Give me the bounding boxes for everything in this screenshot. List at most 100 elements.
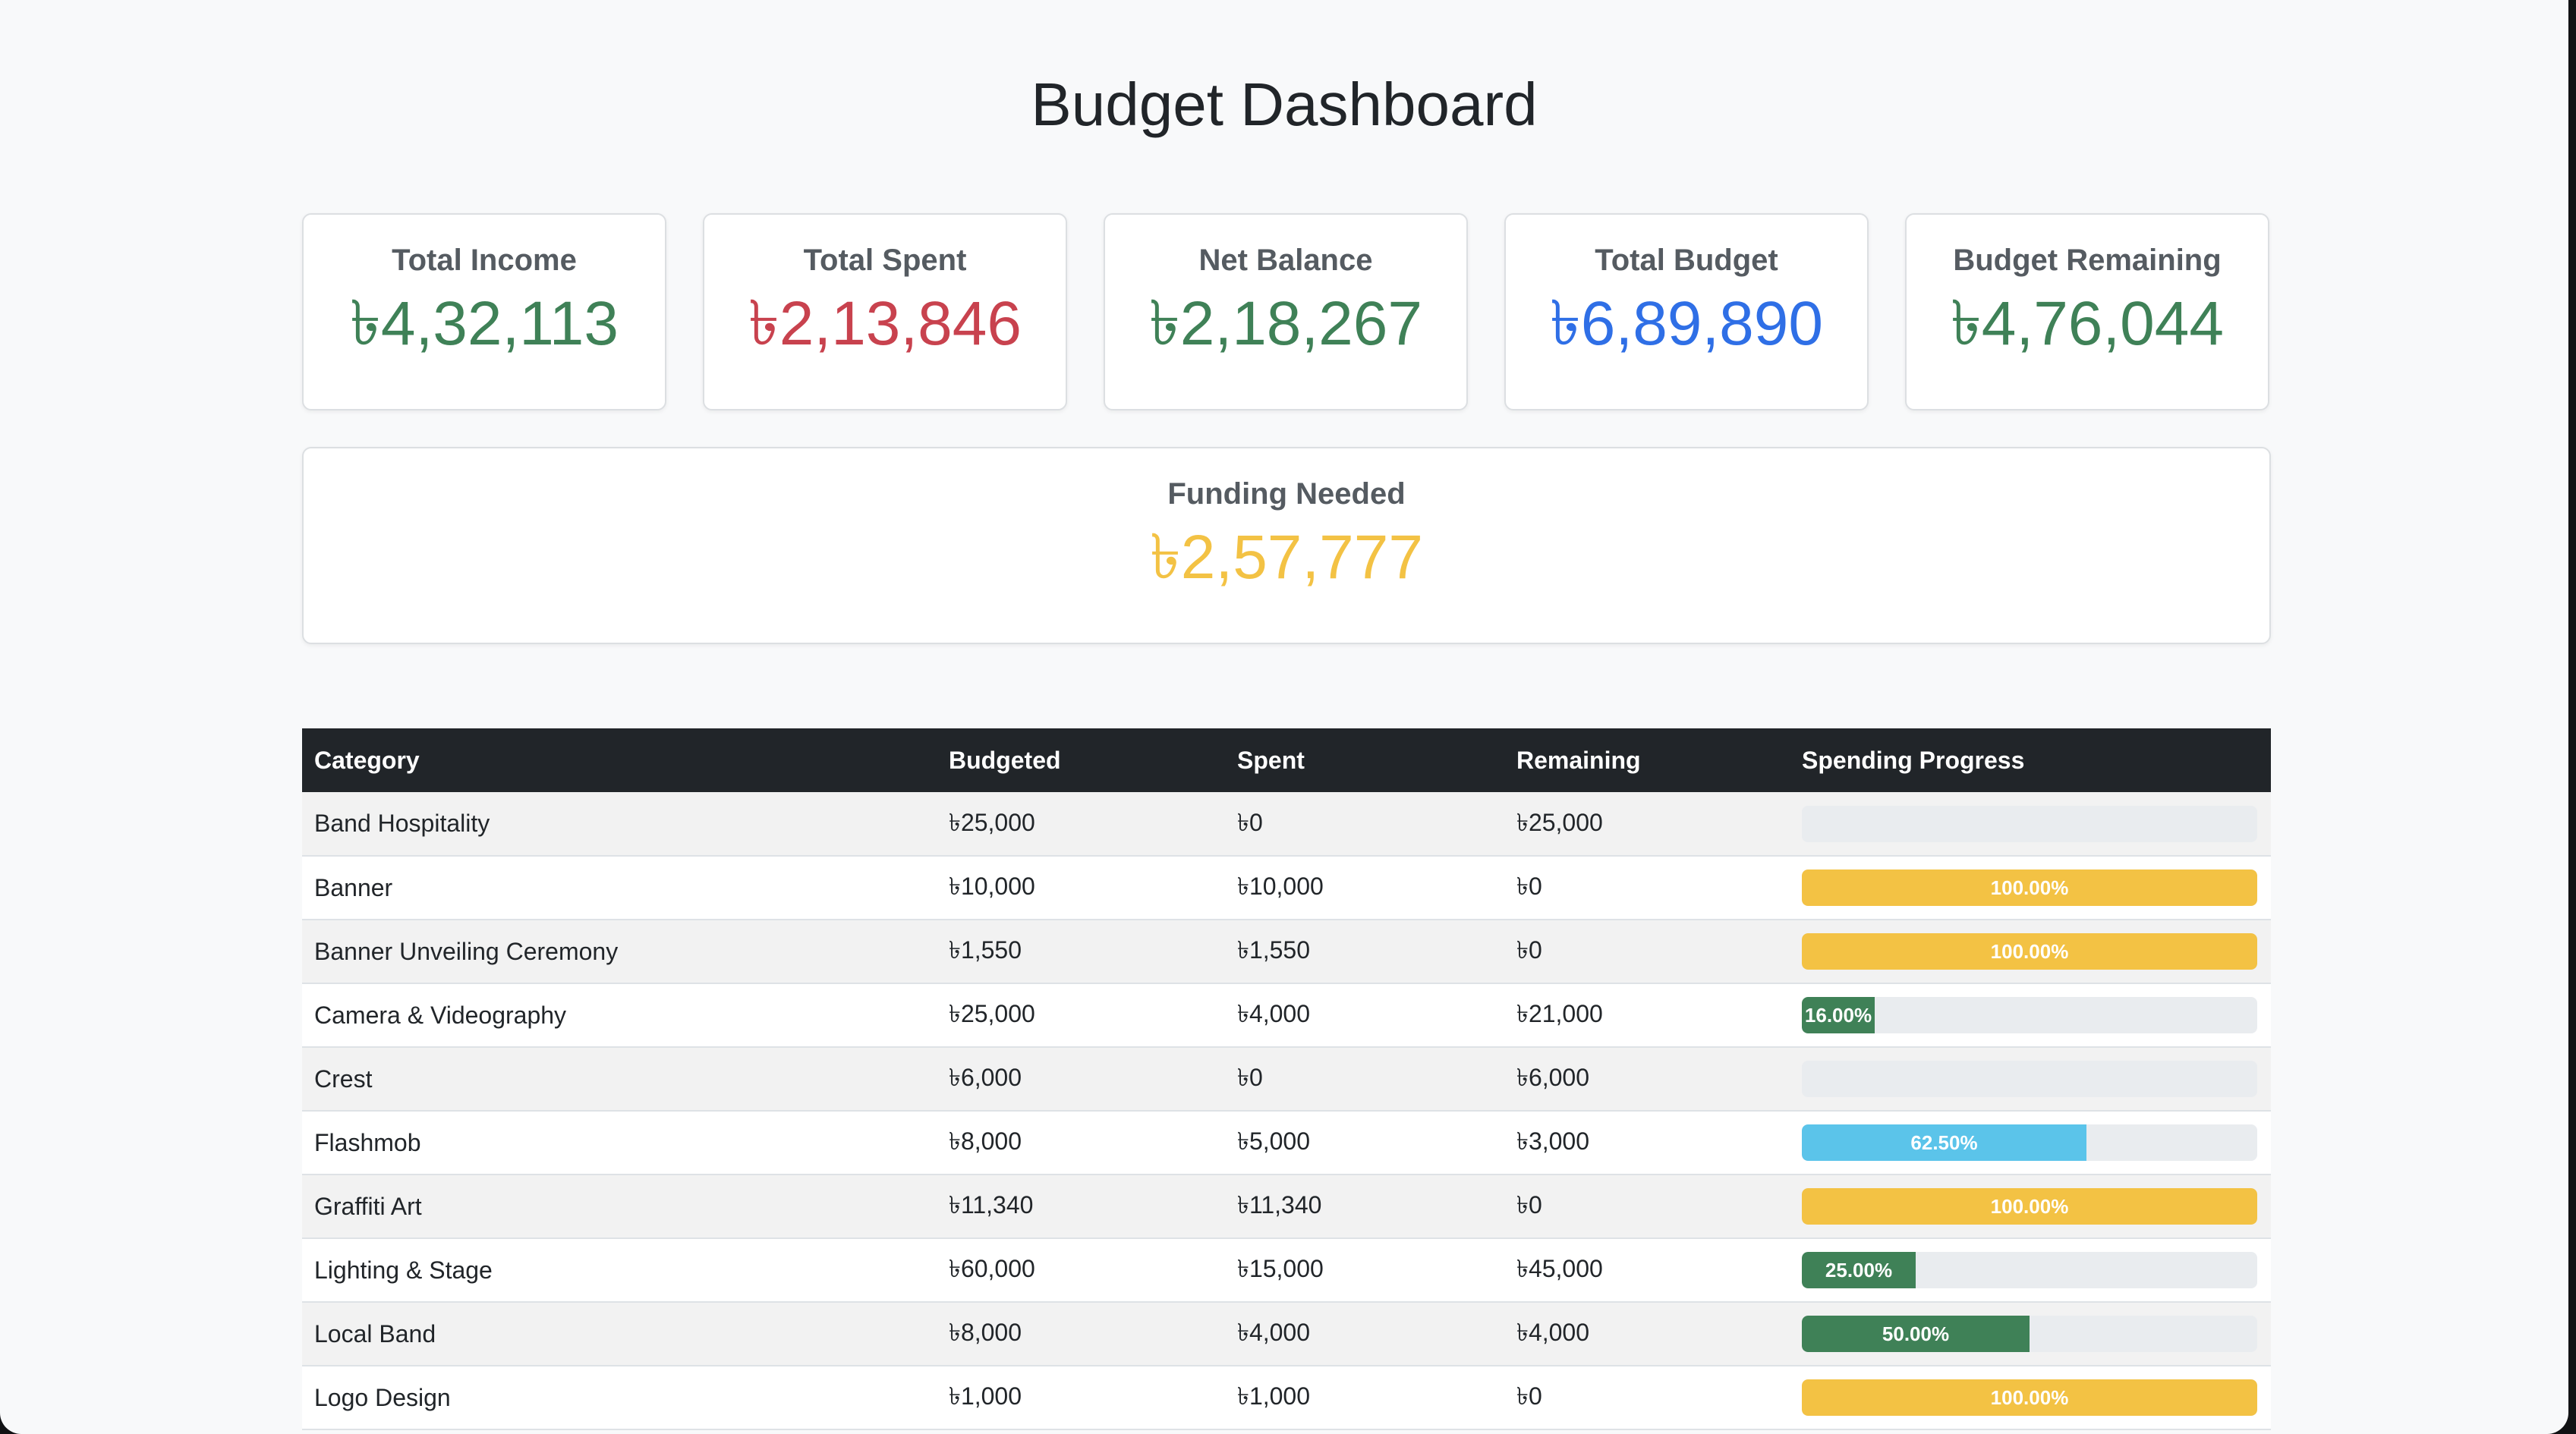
funding-needed-value: ৳2,57,777: [1149, 523, 1424, 592]
cell-progress: 100.00%: [1790, 856, 2271, 920]
progress-bar-fill: 62.50%: [1802, 1124, 2086, 1161]
total-budget-label: Total Budget: [1595, 244, 1778, 277]
column-header-remaining: Remaining: [1504, 728, 1790, 792]
cell-remaining: ৳0: [1504, 920, 1790, 984]
budget-table-container: Category Budgeted Spent Remaining Spendi…: [302, 728, 2271, 1430]
cell-progress: 25.00%: [1790, 1238, 2271, 1303]
table-row: Local Band ৳8,000 ৳4,000 ৳4,000 50.00%: [302, 1302, 2271, 1366]
funding-needed-label: Funding Needed: [1167, 477, 1406, 511]
cell-budgeted: ৳25,000: [937, 792, 1225, 857]
cell-remaining: ৳0: [1504, 1175, 1790, 1239]
budget-remaining-label: Budget Remaining: [1953, 244, 2222, 277]
total-income-value: ৳4,32,113: [350, 289, 619, 358]
table-row: Graffiti Art ৳11,340 ৳11,340 ৳0 100.00%: [302, 1175, 2271, 1239]
progress-bar-fill: 100.00%: [1802, 870, 2257, 906]
table-row: Lighting & Stage ৳60,000 ৳15,000 ৳45,000…: [302, 1238, 2271, 1303]
table-row: Crest ৳6,000 ৳0 ৳6,000: [302, 1047, 2271, 1112]
cell-remaining: ৳21,000: [1504, 983, 1790, 1048]
column-header-category: Category: [302, 728, 937, 792]
dashboard-page: Budget Dashboard Total Income ৳4,32,113 …: [0, 0, 2568, 1434]
cell-category: Camera & Videography: [302, 983, 937, 1048]
total-budget-value: ৳6,89,890: [1549, 289, 1824, 358]
table-row: Logo Design ৳1,000 ৳1,000 ৳0 100.00%: [302, 1366, 2271, 1430]
cell-spent: ৳5,000: [1225, 1111, 1504, 1175]
cell-remaining: ৳6,000: [1504, 1047, 1790, 1112]
cell-remaining: ৳0: [1504, 856, 1790, 920]
budget-table: Category Budgeted Spent Remaining Spendi…: [302, 728, 2271, 1430]
cell-budgeted: ৳1,000: [937, 1366, 1225, 1430]
summary-card-row: Total Income ৳4,32,113 Total Spent ৳2,13…: [302, 213, 2271, 410]
cell-budgeted: ৳1,550: [937, 920, 1225, 984]
page-title: Budget Dashboard: [1031, 71, 1538, 138]
total-budget-card: Total Budget ৳6,89,890: [1504, 213, 1869, 410]
net-balance-label: Net Balance: [1198, 244, 1373, 277]
table-row: Flashmob ৳8,000 ৳5,000 ৳3,000 62.50%: [302, 1111, 2271, 1175]
cell-category: Banner Unveiling Ceremony: [302, 920, 937, 984]
cell-spent: ৳1,000: [1225, 1366, 1504, 1430]
progress-bar: 62.50%: [1802, 1124, 2257, 1161]
progress-bar: 100.00%: [1802, 870, 2257, 906]
table-header-row: Category Budgeted Spent Remaining Spendi…: [302, 728, 2271, 792]
cell-budgeted: ৳10,000: [937, 856, 1225, 920]
column-header-budgeted: Budgeted: [937, 728, 1225, 792]
total-spent-card: Total Spent ৳2,13,846: [703, 213, 1067, 410]
cell-category: Graffiti Art: [302, 1175, 937, 1239]
cell-category: Crest: [302, 1047, 937, 1112]
table-row: Camera & Videography ৳25,000 ৳4,000 ৳21,…: [302, 983, 2271, 1048]
progress-bar: [1802, 805, 2257, 842]
cell-progress: 100.00%: [1790, 920, 2271, 984]
budget-remaining-value: ৳4,76,044: [1950, 289, 2225, 358]
budget-remaining-card: Budget Remaining ৳4,76,044: [1905, 213, 2269, 410]
progress-bar: [1802, 1061, 2257, 1097]
cell-budgeted: ৳8,000: [937, 1302, 1225, 1366]
cell-remaining: ৳45,000: [1504, 1238, 1790, 1303]
column-header-progress: Spending Progress: [1790, 728, 2271, 792]
total-income-card: Total Income ৳4,32,113: [302, 213, 666, 410]
cell-progress: 62.50%: [1790, 1111, 2271, 1175]
cell-spent: ৳0: [1225, 1047, 1504, 1112]
cell-remaining: ৳0: [1504, 1366, 1790, 1430]
cell-category: Lighting & Stage: [302, 1238, 937, 1303]
cell-category: Logo Design: [302, 1366, 937, 1430]
total-spent-label: Total Spent: [803, 244, 967, 277]
cell-category: Banner: [302, 856, 937, 920]
column-header-spent: Spent: [1225, 728, 1504, 792]
cell-spent: ৳10,000: [1225, 856, 1504, 920]
funding-needed-card: Funding Needed ৳2,57,777: [302, 447, 2271, 644]
cell-remaining: ৳4,000: [1504, 1302, 1790, 1366]
cell-progress: 100.00%: [1790, 1366, 2271, 1430]
progress-bar-fill: 50.00%: [1802, 1316, 2030, 1352]
cell-remaining: ৳3,000: [1504, 1111, 1790, 1175]
cell-progress: 100.00%: [1790, 1175, 2271, 1239]
cell-spent: ৳0: [1225, 792, 1504, 857]
cell-progress: 50.00%: [1790, 1302, 2271, 1366]
cell-budgeted: ৳11,340: [937, 1175, 1225, 1239]
net-balance-value: ৳2,18,267: [1148, 289, 1423, 358]
cell-category: Flashmob: [302, 1111, 937, 1175]
progress-bar: 16.00%: [1802, 997, 2257, 1033]
progress-bar-fill: 25.00%: [1802, 1252, 1916, 1288]
table-row: Band Hospitality ৳25,000 ৳0 ৳25,000: [302, 792, 2271, 857]
table-body: Band Hospitality ৳25,000 ৳0 ৳25,000 Bann…: [302, 792, 2271, 1430]
cell-budgeted: ৳25,000: [937, 983, 1225, 1048]
cell-budgeted: ৳60,000: [937, 1238, 1225, 1303]
cell-spent: ৳4,000: [1225, 983, 1504, 1048]
cell-progress: [1790, 1047, 2271, 1112]
table-row: Banner Unveiling Ceremony ৳1,550 ৳1,550 …: [302, 920, 2271, 984]
cell-spent: ৳11,340: [1225, 1175, 1504, 1239]
cell-remaining: ৳25,000: [1504, 792, 1790, 857]
progress-bar-fill: 100.00%: [1802, 1188, 2257, 1225]
progress-bar: 25.00%: [1802, 1252, 2257, 1288]
cell-category: Local Band: [302, 1302, 937, 1366]
progress-bar: 100.00%: [1802, 1379, 2257, 1416]
summary-cards: Total Income ৳4,32,113 Total Spent ৳2,13…: [302, 213, 2271, 644]
progress-bar: 100.00%: [1802, 933, 2257, 970]
cell-spent: ৳1,550: [1225, 920, 1504, 984]
progress-bar-fill: 100.00%: [1802, 1379, 2257, 1416]
cell-progress: [1790, 792, 2271, 857]
table-header: Category Budgeted Spent Remaining Spendi…: [302, 728, 2271, 792]
progress-bar-fill: 100.00%: [1802, 933, 2257, 970]
total-income-label: Total Income: [392, 244, 577, 277]
progress-bar: 100.00%: [1802, 1188, 2257, 1225]
net-balance-card: Net Balance ৳2,18,267: [1104, 213, 1468, 410]
